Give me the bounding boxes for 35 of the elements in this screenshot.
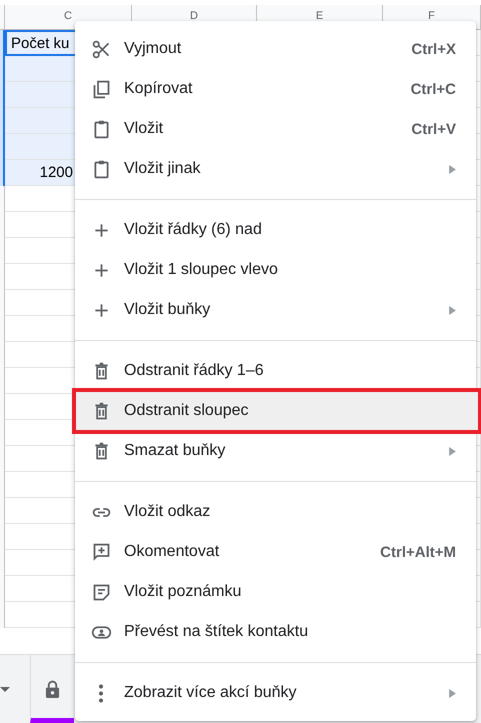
menu-item-label: Kopírovat	[124, 80, 194, 98]
menu-item-label: Vložit buňky	[124, 301, 212, 319]
menu-item-label: Odstranit sloupec	[124, 402, 250, 420]
row-header[interactable]	[0, 602, 5, 628]
menu-item-label: Vložit poznámku	[124, 583, 242, 601]
menu-item[interactable]: Vložit odkaz	[75, 492, 476, 532]
shortcut-label: Ctrl+C	[410, 80, 456, 98]
menu-item[interactable]: Vložit řádky (6) nad	[75, 210, 476, 250]
menu-item-label: Vložit odkaz	[124, 503, 212, 521]
menu-item[interactable]: Zobrazit více akcí buňky	[75, 673, 476, 713]
menu-item-label: Vložit řádky (6) nad	[124, 221, 263, 239]
menu-item-label: Převést na štítek kontaktu	[124, 623, 310, 641]
menu-item[interactable]: Vložit poznámku	[75, 572, 476, 612]
shortcut-label: Ctrl+X	[411, 40, 456, 58]
shortcut-label: Ctrl+V	[411, 120, 456, 138]
row-header[interactable]	[0, 186, 5, 212]
menu-item[interactable]: Kopírovat Ctrl+C	[75, 69, 476, 109]
row-header[interactable]	[0, 160, 5, 186]
menu-item-label: Vložit 1 sloupec vlevo	[124, 261, 279, 279]
caret-icon[interactable]	[0, 686, 10, 692]
menu-item-label: Vložit	[124, 120, 164, 138]
menu-item-label: Zobrazit více akcí buňky	[124, 684, 298, 702]
menu-item[interactable]: Vložit Ctrl+V	[75, 109, 476, 149]
menu-item[interactable]: Odstranit řádky 1–6	[75, 351, 476, 391]
menu-item[interactable]: Vložit buňky	[75, 290, 476, 330]
menu-item-label: Smazat buňky	[124, 442, 226, 460]
menu-item[interactable]: Vložit 1 sloupec vlevo	[75, 250, 476, 290]
row-header[interactable]	[0, 30, 5, 56]
shortcut-label: Ctrl+Alt+M	[380, 544, 456, 560]
menu-item[interactable]: Okomentovat Ctrl+Alt+M	[75, 532, 476, 572]
menu-item-label: Odstranit řádky 1–6	[124, 362, 265, 380]
menu-item[interactable]: Smazat buňky	[75, 431, 476, 471]
menu-item[interactable]: Odstranit sloupec	[75, 391, 479, 431]
menu-item[interactable]: Převést na štítek kontaktu	[75, 612, 476, 652]
menu-item-label: Okomentovat	[124, 543, 220, 561]
